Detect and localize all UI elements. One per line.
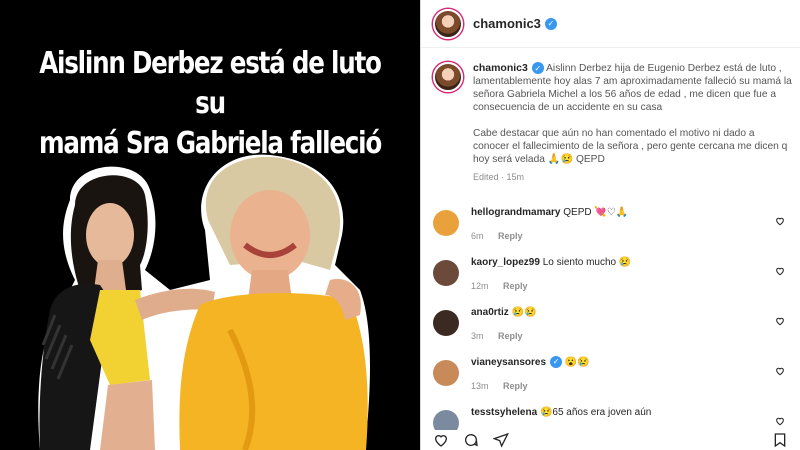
bookmark-icon[interactable] [772, 432, 788, 448]
comments-list: hellograndmamary QEPD 💘♡🙏 6m Reply kaory… [433, 206, 793, 450]
author-avatar[interactable] [433, 8, 463, 39]
comment-time: 6m [471, 231, 484, 241]
comment-text: QEPD 💘♡🙏 [563, 207, 629, 218]
photo-two-women [38, 154, 370, 450]
comment-item: vianeysansores ✓ 😮😢 13m Reply [433, 356, 793, 406]
comment-text: 😢65 años era joven aún [539, 407, 652, 418]
reply-button[interactable]: Reply [498, 231, 523, 241]
comment-like-heart-icon[interactable] [775, 266, 785, 276]
comment-avatar[interactable] [433, 360, 459, 386]
comment-item: ana0rtiz 😢😢 3m Reply [433, 306, 793, 356]
headline-line-1: Aislinn Derbez está de luto su [39, 46, 382, 121]
comment-username[interactable]: vianeysansores [471, 357, 546, 368]
comment-username[interactable]: ana0rtiz [471, 307, 509, 318]
post-caption: chamonic3 ✓ Aislinn Derbez hija de Eugeni… [433, 62, 793, 184]
caption-username[interactable]: chamonic3 [473, 62, 528, 74]
share-icon[interactable] [493, 432, 509, 448]
comment-like-heart-icon[interactable] [775, 416, 785, 426]
heart-icon[interactable] [433, 432, 449, 448]
comment-like-heart-icon[interactable] [775, 366, 785, 376]
reply-button[interactable]: Reply [498, 331, 523, 341]
caption-avatar[interactable] [433, 62, 463, 92]
comment-username[interactable]: kaory_lopez99 [471, 257, 540, 268]
verified-badge-icon: ✓ [550, 356, 563, 369]
comment-text: Lo siento mucho 😢 [542, 257, 632, 268]
post-panel: chamonic3 ✓ chamonic3 ✓ Aislinn Derbez hi… [420, 0, 800, 450]
comment-time: 13m [471, 381, 489, 391]
post-header: chamonic3 ✓ [421, 0, 800, 48]
comment-avatar[interactable] [433, 310, 459, 336]
post-actions-bar [421, 430, 800, 450]
post-media[interactable]: Aislinn Derbez está de luto su mamá Sra … [0, 0, 420, 450]
comment-username[interactable]: hellograndmamary [471, 207, 560, 218]
reply-button[interactable]: Reply [503, 381, 528, 391]
verified-badge-icon: ✓ [531, 62, 544, 75]
comment-text: 😢😢 [511, 307, 537, 318]
caption-meta: Edited · 15m [473, 172, 525, 182]
comment-item: kaory_lopez99 Lo siento mucho 😢 12m Repl… [433, 256, 793, 306]
comment-like-heart-icon[interactable] [775, 316, 785, 326]
comment-text: 😮😢 [564, 357, 590, 368]
comment-time: 12m [471, 281, 489, 291]
caption-paragraph-2: Cabe destacar que aún no han comentado e… [473, 128, 788, 165]
reply-button[interactable]: Reply [503, 281, 528, 291]
instagram-post-view: Aislinn Derbez está de luto su mamá Sra … [0, 0, 800, 450]
comment-like-heart-icon[interactable] [775, 216, 785, 226]
comment-avatar[interactable] [433, 210, 459, 236]
comment-icon[interactable] [463, 432, 479, 448]
comment-time: 3m [471, 331, 484, 341]
author-username[interactable]: chamonic3 [473, 16, 541, 31]
verified-badge-icon: ✓ [544, 17, 557, 30]
comment-item: hellograndmamary QEPD 💘♡🙏 6m Reply [433, 206, 793, 256]
comment-username[interactable]: tesstsyhelena [471, 407, 537, 418]
comment-avatar[interactable] [433, 260, 459, 286]
